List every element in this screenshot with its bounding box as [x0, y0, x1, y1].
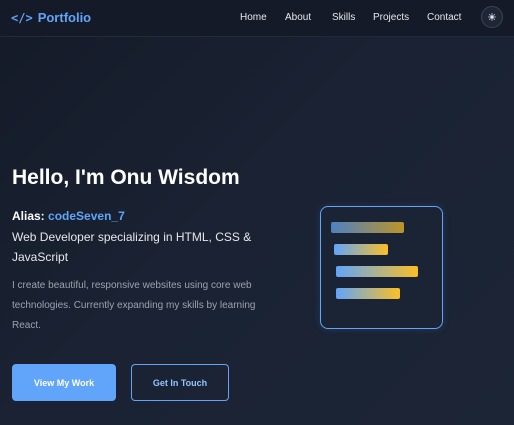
- nav-link-projects[interactable]: Projects: [373, 12, 409, 23]
- code-line: [336, 266, 418, 277]
- nav-link-contact[interactable]: Contact: [427, 12, 461, 23]
- nav-links: Home About Skills Projects Contact: [0, 12, 514, 26]
- theme-toggle-button[interactable]: [481, 6, 503, 28]
- code-line: [336, 288, 400, 299]
- code-line: [331, 222, 404, 233]
- view-my-work-button[interactable]: View My Work: [12, 364, 116, 401]
- nav-link-skills[interactable]: Skills: [332, 12, 355, 23]
- hero-description: I create beautiful, responsive websites …: [12, 280, 256, 331]
- alias-value: codeSeven_7: [48, 209, 125, 223]
- navbar: </> Portfolio Home About Skills Projects…: [0, 0, 514, 37]
- nav-link-home[interactable]: Home: [240, 12, 267, 23]
- alias-line: Alias: codeSeven_7: [12, 209, 125, 223]
- nav-link-about[interactable]: About: [285, 12, 311, 23]
- alias-label: Alias:: [12, 209, 45, 223]
- hero-title: Hello, I'm Onu Wisdom: [12, 166, 240, 189]
- hero-role: Web Developer specializing in HTML, CSS …: [12, 230, 252, 264]
- code-illustration-icon: [320, 206, 443, 329]
- code-line: [334, 244, 388, 255]
- get-in-touch-button[interactable]: Get In Touch: [131, 364, 229, 401]
- sun-icon: [488, 13, 496, 21]
